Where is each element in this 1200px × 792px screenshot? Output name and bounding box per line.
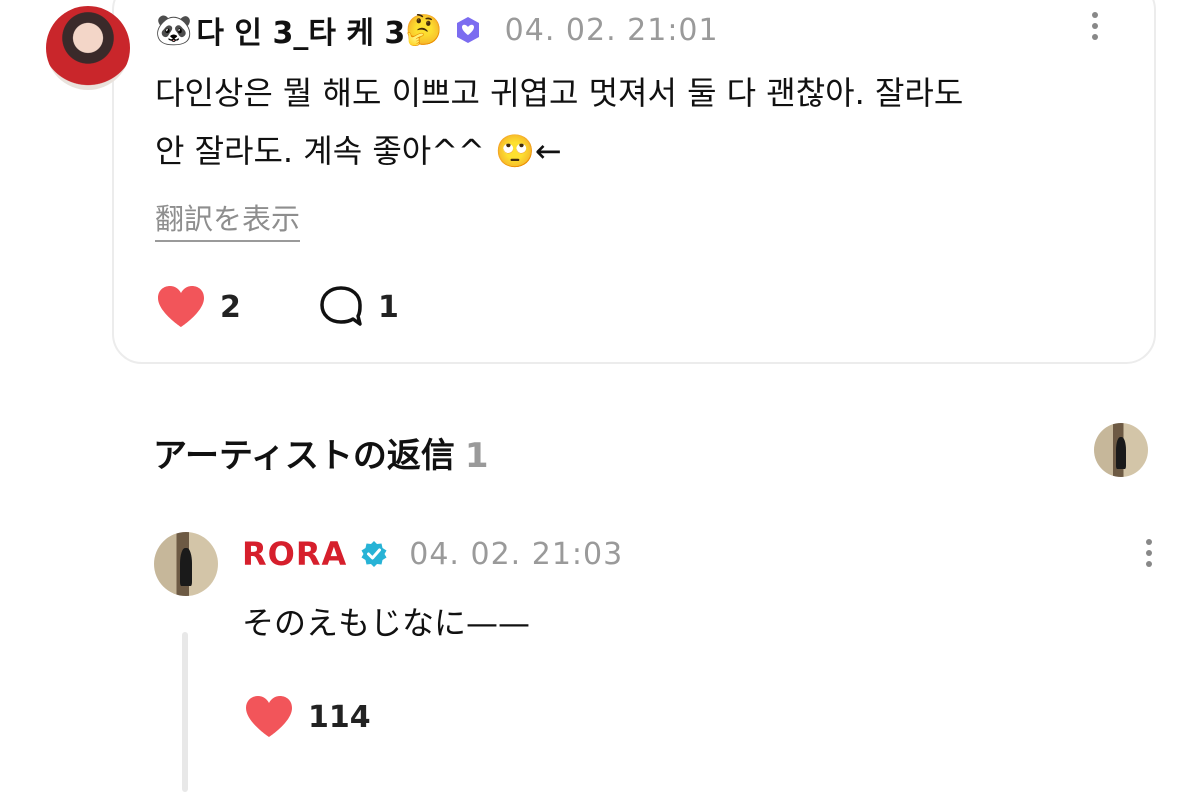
thinking-emoji: 🤔 xyxy=(405,12,443,48)
reply-header: RORA 04. 02. 21:03 xyxy=(242,532,623,576)
more-options-icon[interactable] xyxy=(1090,12,1100,40)
user-badge-icon xyxy=(453,15,483,45)
like-count: 2 xyxy=(220,289,241,325)
comment-text: 다인상은 뭘 해도 이쁘고 귀엽고 멋져서 둘 다 괜찮아. 잘라도 안 잘라도… xyxy=(155,64,1135,180)
artist-avatar-small[interactable] xyxy=(1094,423,1148,477)
reply-text: そのえもじなに—— xyxy=(242,604,531,642)
reply-button[interactable]: 1 xyxy=(318,284,399,330)
artist-replies-count: 1 xyxy=(464,436,489,476)
artist-replies-title: アーティストの返信 xyxy=(153,436,455,476)
panda-emoji: 🐼 xyxy=(155,12,193,48)
comment-card xyxy=(112,0,1156,364)
reply-avatar[interactable] xyxy=(154,532,218,596)
comment-header: 🐼 다 인 3_타 케 3 🤔 04. 02. 21:01 xyxy=(155,8,719,52)
reply-username[interactable]: RORA xyxy=(242,535,347,573)
like-button[interactable]: 2 xyxy=(156,284,241,330)
translate-link[interactable]: 翻訳を表示 xyxy=(155,196,301,242)
thread-line xyxy=(182,632,188,792)
user-avatar[interactable] xyxy=(46,6,130,90)
artist-replies-heading: アーティストの返信 1 xyxy=(153,428,489,477)
comment-text-line1: 다인상은 뭘 해도 이쁘고 귀엽고 멋져서 둘 다 괜찮아. 잘라도 xyxy=(155,74,964,112)
reply-timestamp: 04. 02. 21:03 xyxy=(409,536,624,572)
speech-bubble-icon xyxy=(320,286,362,326)
heart-icon xyxy=(158,286,204,327)
comment-timestamp: 04. 02. 21:01 xyxy=(504,12,719,48)
reply-like-count: 114 xyxy=(308,699,371,735)
comment-text-line2: 안 잘라도. 계속 좋아^^ 🙄← xyxy=(155,132,562,170)
comment-username[interactable]: 다 인 3_타 케 3 xyxy=(196,8,405,52)
reply-like-button[interactable]: 114 xyxy=(244,694,371,740)
reply-count: 1 xyxy=(378,289,399,325)
verified-badge-icon xyxy=(359,539,389,569)
reply-more-options-icon[interactable] xyxy=(1144,539,1154,567)
heart-icon xyxy=(246,696,292,737)
